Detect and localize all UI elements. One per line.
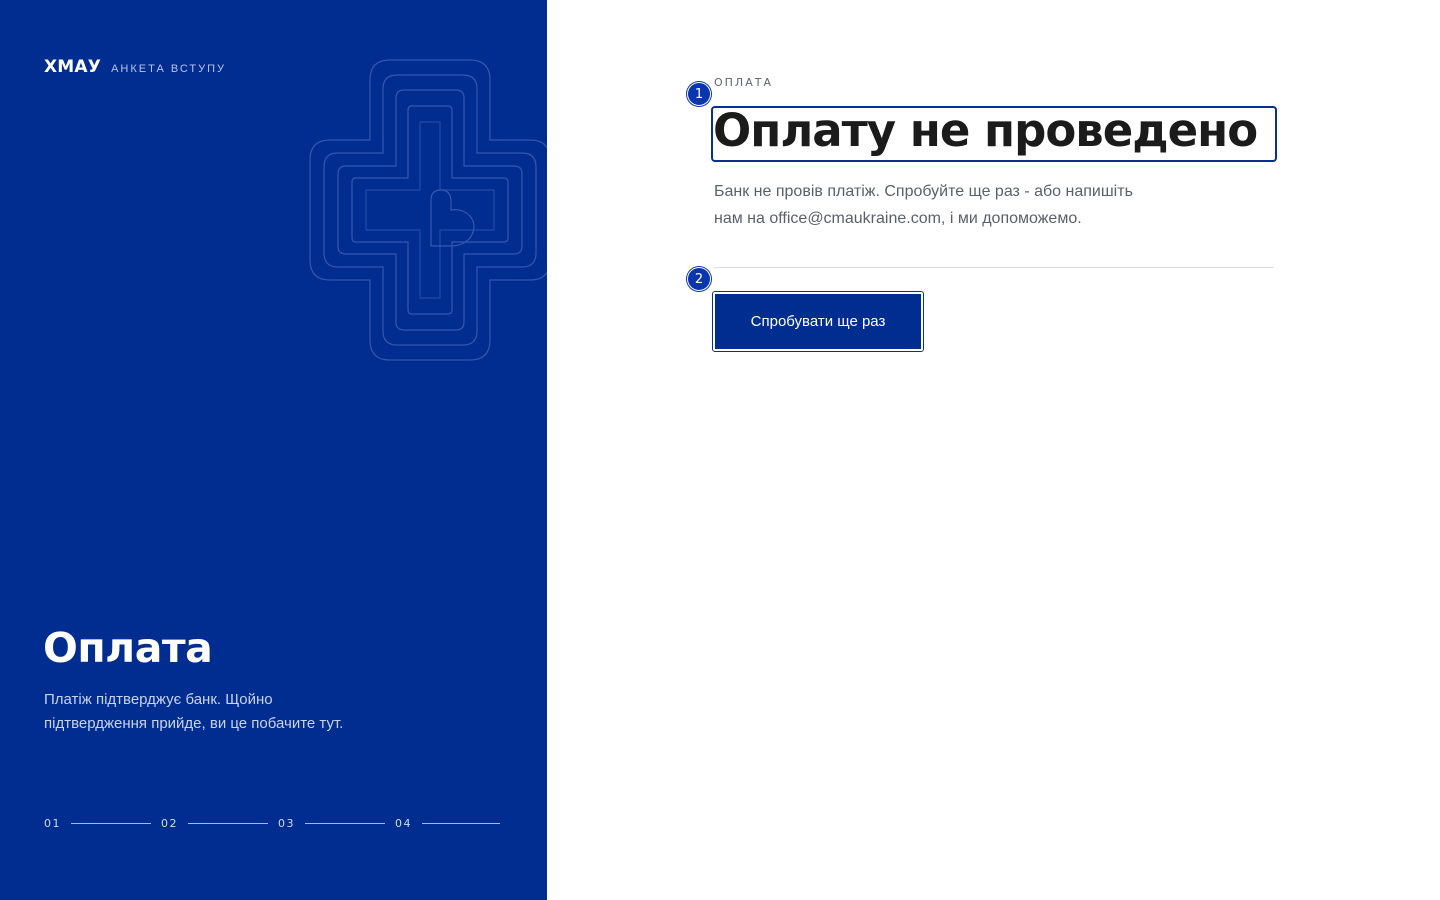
cross-heart-emblem-icon bbox=[309, 59, 547, 361]
step-number-2: 02 bbox=[161, 817, 178, 830]
error-message: Банк не провів платіж. Спробуйте ще раз … bbox=[714, 178, 1194, 232]
brand: ХМАУ АНКЕТА ВСТУПУ bbox=[44, 57, 226, 77]
page-title: Оплату не проведено bbox=[713, 104, 1258, 157]
sidebar-title: Оплата bbox=[43, 624, 213, 672]
step-connector bbox=[188, 823, 268, 824]
divider bbox=[714, 267, 1274, 268]
step-connector bbox=[422, 823, 500, 824]
sidebar-description: Платіж підтверджує банк. Щойно підтвердж… bbox=[44, 691, 344, 732]
retry-button[interactable]: Спробувати ще раз bbox=[715, 294, 921, 349]
retry-button-focus-ring: Спробувати ще раз bbox=[712, 291, 924, 352]
error-message-line-2: нам на office@cmaukraine.com, і ми допом… bbox=[714, 210, 1082, 227]
brand-logo-text: ХМАУ bbox=[44, 57, 102, 77]
annotation-marker-1: 1 bbox=[687, 82, 711, 106]
payment-status-content: 1 ОПЛАТА Оплату не проведено Банк не про… bbox=[547, 0, 1440, 900]
step-connector bbox=[305, 823, 385, 824]
error-message-line-1: Банк не провів платіж. Спробуйте ще раз … bbox=[714, 183, 1133, 200]
brand-subtitle: АНКЕТА ВСТУПУ bbox=[111, 63, 227, 75]
step-number-4: 04 bbox=[395, 817, 412, 830]
progress-steps: 01 02 03 04 bbox=[44, 817, 504, 830]
sidebar-panel: ХМАУ АНКЕТА ВСТУПУ Оплата Платіж підтвер… bbox=[0, 0, 547, 900]
step-number-1: 01 bbox=[44, 817, 61, 830]
step-connector bbox=[71, 823, 151, 824]
step-number-3: 03 bbox=[278, 817, 295, 830]
annotation-marker-2: 2 bbox=[687, 267, 711, 291]
section-eyebrow: ОПЛАТА bbox=[714, 76, 773, 89]
